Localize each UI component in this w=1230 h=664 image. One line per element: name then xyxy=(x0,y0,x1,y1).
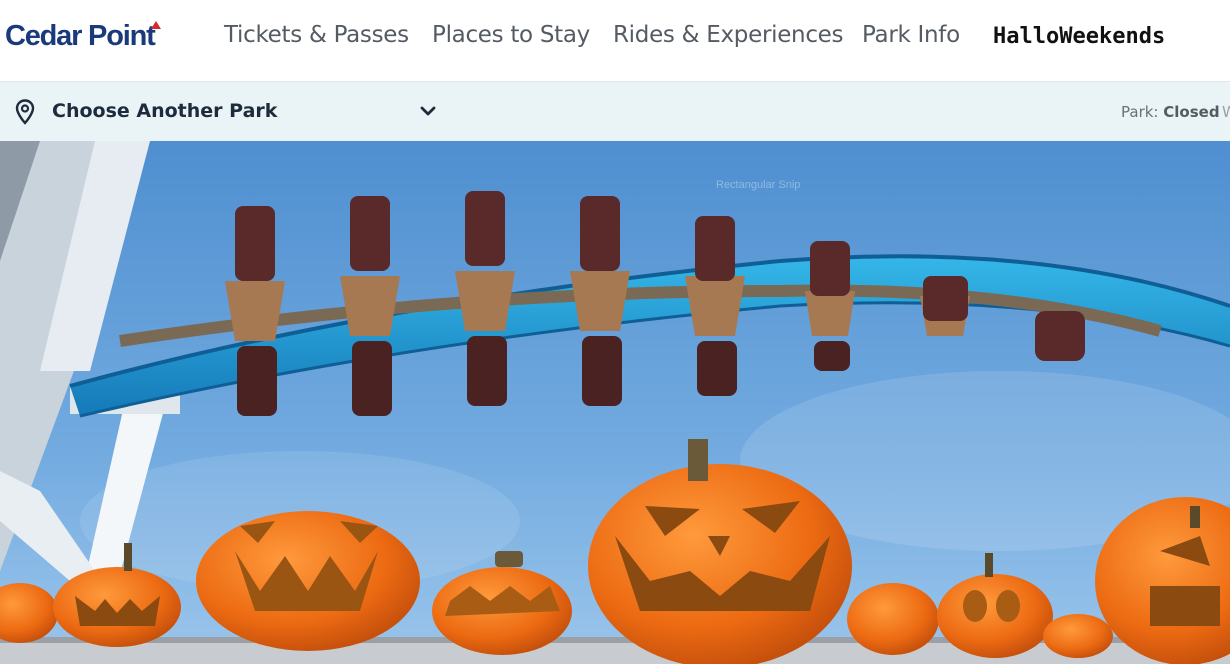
park-status-prefix: Park: xyxy=(1121,103,1159,121)
hero-banner-image[interactable]: Rectangular Snip xyxy=(0,141,1230,664)
logo-text: Cedar Point xyxy=(5,20,156,52)
main-navigation: Cedar Point Tickets & Passes Places to S… xyxy=(0,0,1230,82)
nav-places-to-stay[interactable]: Places to Stay xyxy=(432,22,590,48)
choose-park-label: Choose Another Park xyxy=(52,100,278,122)
nav-tickets-passes[interactable]: Tickets & Passes xyxy=(224,22,409,48)
park-selector-bar: Choose Another Park Park: Closed W xyxy=(0,82,1230,141)
park-status-value: Closed xyxy=(1163,103,1220,121)
park-status-truncated: W xyxy=(1222,103,1230,121)
hero-caption: Rectangular Snip xyxy=(716,179,801,191)
hero-illustration xyxy=(0,141,1230,664)
nav-halloweekends[interactable]: HalloWeekends xyxy=(993,24,1165,49)
nav-park-info[interactable]: Park Info xyxy=(862,22,960,48)
logo-accent-icon xyxy=(151,21,161,29)
nav-rides-experiences[interactable]: Rides & Experiences xyxy=(613,22,844,48)
location-pin-icon xyxy=(15,99,35,125)
chevron-down-icon xyxy=(420,106,436,116)
cedar-point-logo[interactable]: Cedar Point xyxy=(5,18,161,54)
park-status: Park: Closed xyxy=(1121,103,1220,121)
choose-park-dropdown[interactable]: Choose Another Park xyxy=(0,82,445,141)
